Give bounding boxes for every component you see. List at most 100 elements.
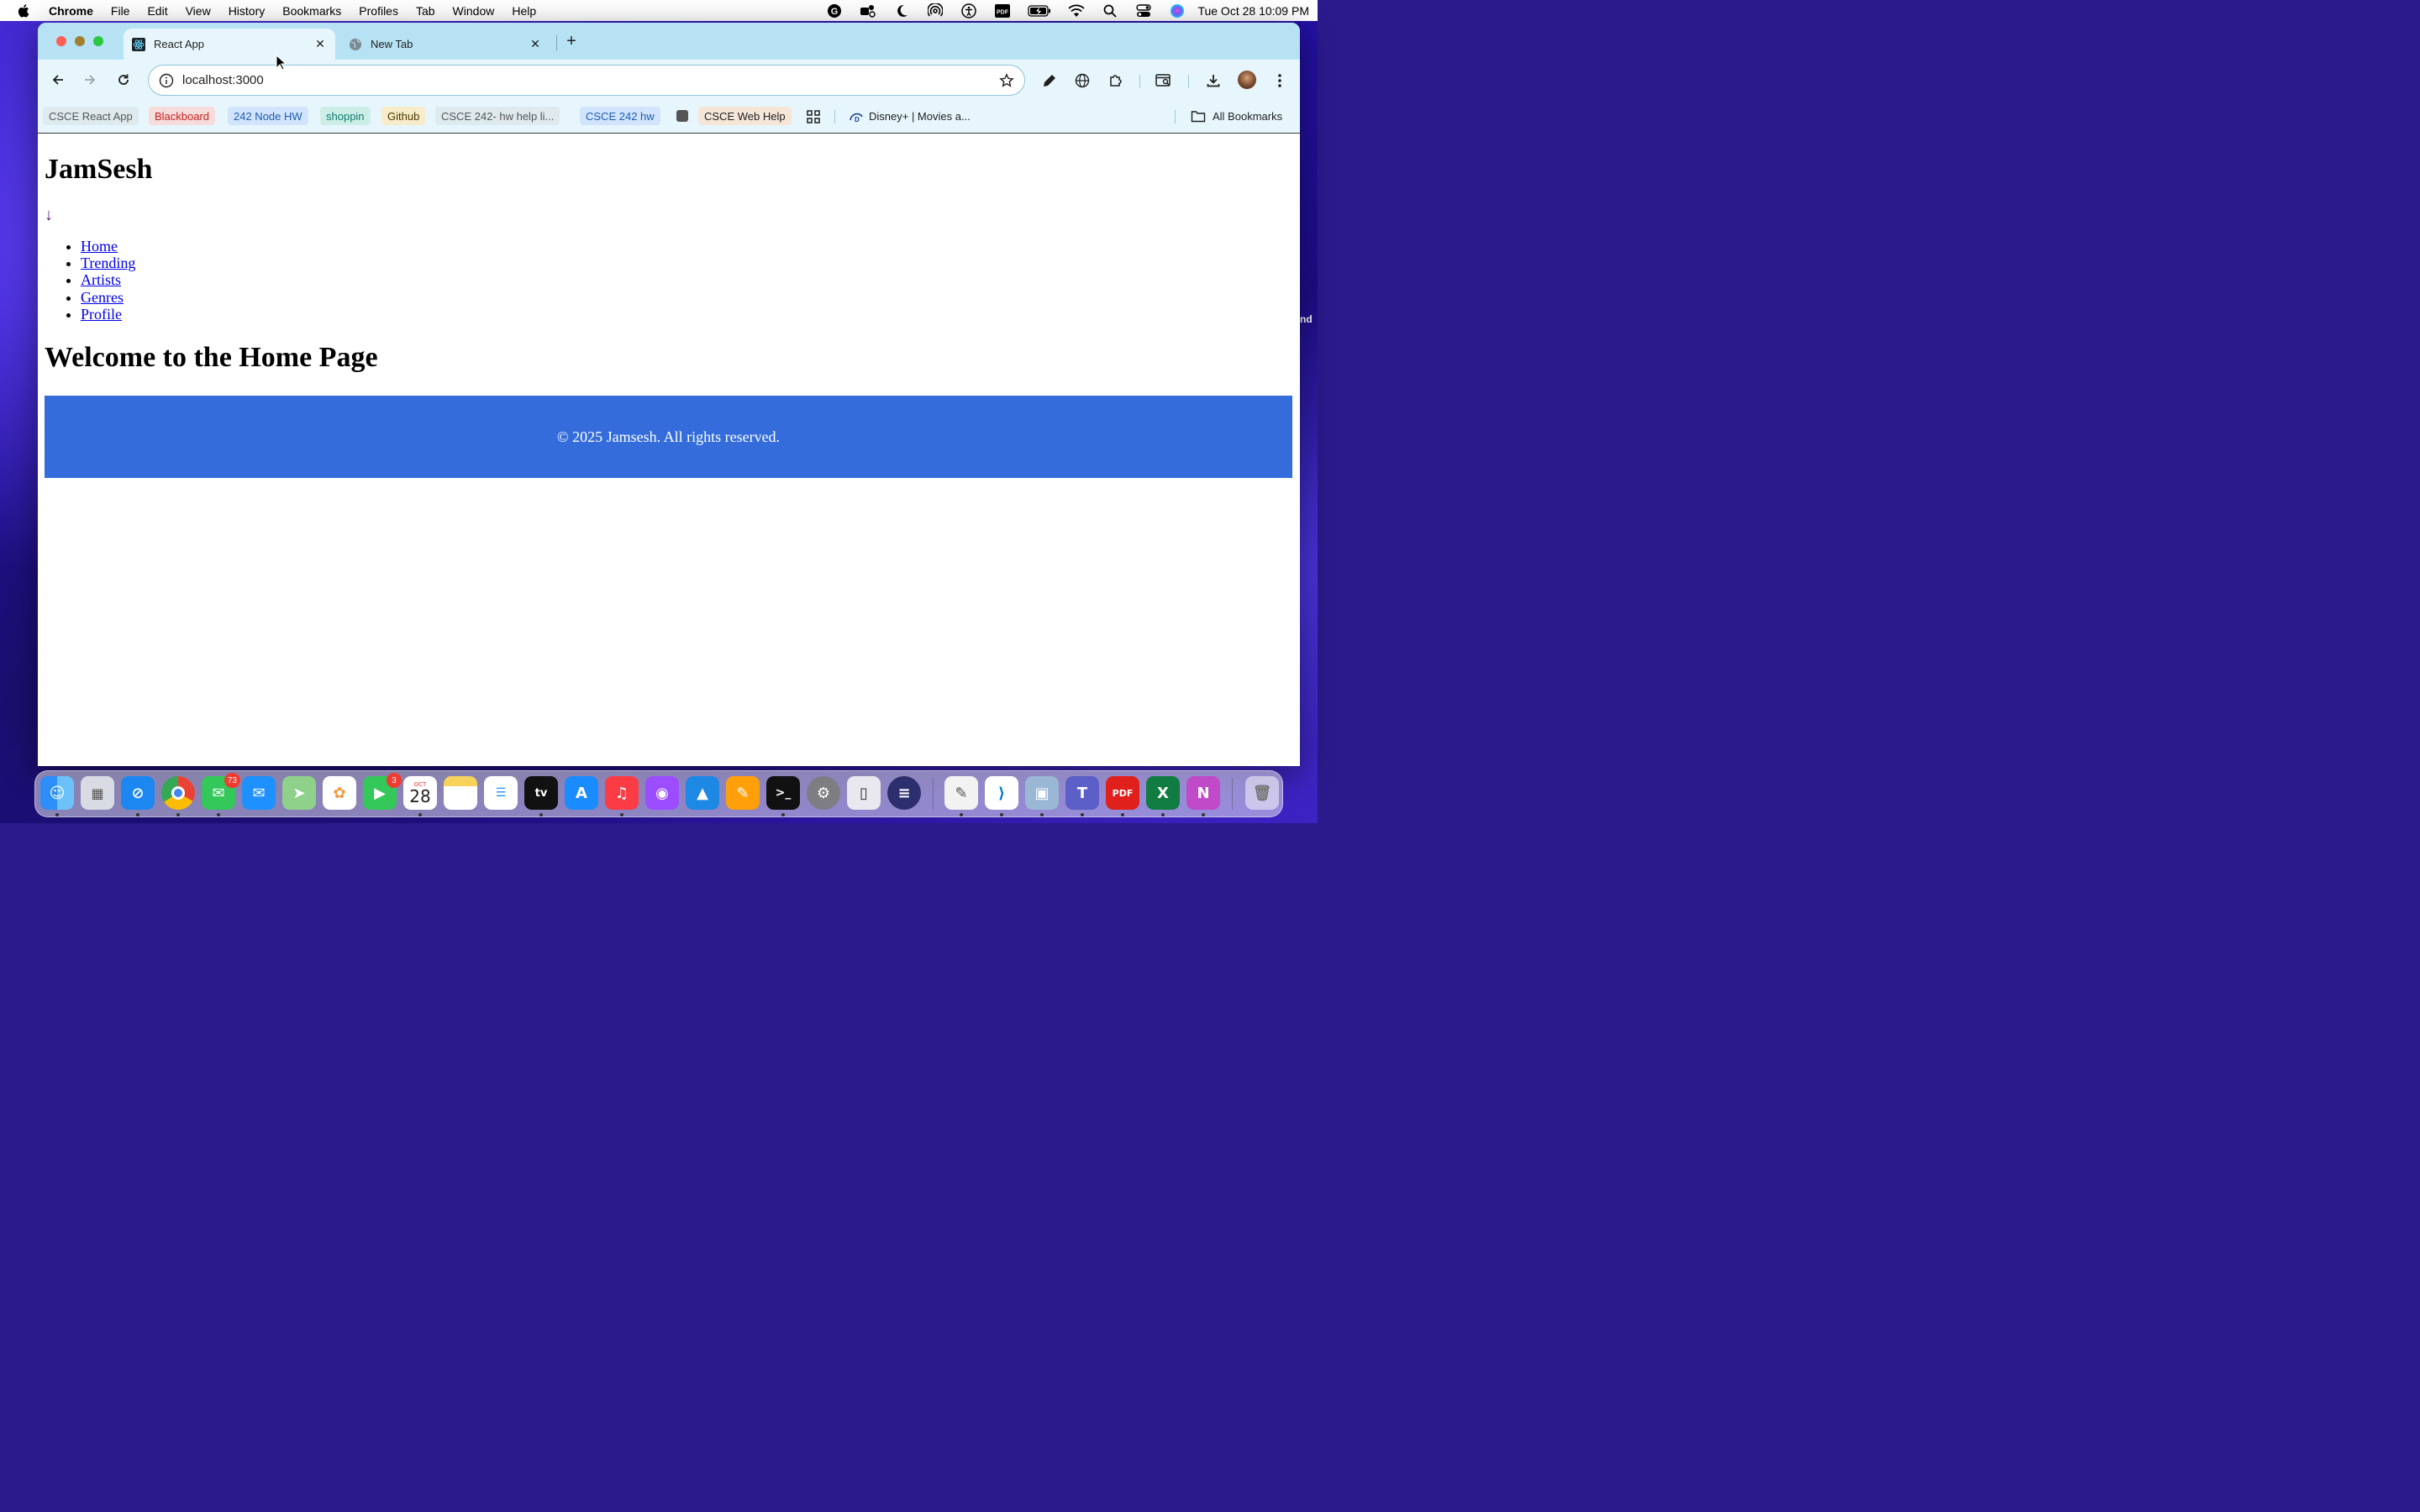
moon-icon[interactable] bbox=[893, 3, 910, 18]
pdf-icon[interactable]: PDF bbox=[994, 3, 1011, 18]
tab-new-tab[interactable]: New Tab ✕ bbox=[340, 29, 550, 60]
tab-strip: React App ✕ New Tab ✕ + bbox=[38, 23, 1300, 60]
calendar-icon[interactable]: OCT 28 bbox=[403, 776, 437, 816]
pdf-expert-icon[interactable]: PDF bbox=[1106, 776, 1139, 816]
textedit-icon[interactable]: ✎ bbox=[944, 776, 978, 816]
photos-icon[interactable]: ✿ bbox=[323, 776, 356, 810]
menu-view[interactable]: View bbox=[186, 4, 211, 18]
teams-icon[interactable]: T bbox=[1065, 776, 1099, 816]
chrome-menu-icon[interactable] bbox=[1270, 71, 1289, 90]
menu-help[interactable]: Help bbox=[512, 4, 536, 18]
bookmark-item[interactable]: shoppin bbox=[320, 107, 371, 125]
nav-link-trending[interactable]: Trending bbox=[81, 255, 135, 271]
menu-file[interactable]: File bbox=[111, 4, 130, 18]
bookmark-star-icon[interactable] bbox=[999, 72, 1014, 88]
preview-icon[interactable]: ▣ bbox=[1025, 776, 1059, 816]
wifi-icon[interactable] bbox=[1068, 3, 1086, 18]
nav-item-home: Home bbox=[81, 238, 135, 255]
finder-icon[interactable]: ☺ bbox=[40, 776, 74, 816]
spotlight-search-icon[interactable] bbox=[1102, 3, 1118, 18]
download-icon[interactable] bbox=[1204, 71, 1223, 90]
bookmark-item[interactable]: CSCE Web Help bbox=[698, 107, 792, 125]
nav-link-home[interactable]: Home bbox=[81, 238, 118, 255]
reload-button[interactable] bbox=[115, 71, 132, 88]
launchpad-icon[interactable]: ▦ bbox=[81, 776, 114, 810]
notes-icon[interactable] bbox=[444, 776, 477, 810]
nav-link-profile[interactable]: Profile bbox=[81, 306, 122, 323]
window-minimize-button[interactable] bbox=[75, 36, 85, 46]
safari-icon[interactable]: ⊘ bbox=[121, 776, 155, 816]
close-tab-icon[interactable]: ✕ bbox=[313, 37, 327, 51]
battery-icon[interactable] bbox=[1028, 3, 1051, 18]
music-icon[interactable]: ♫ bbox=[605, 776, 639, 816]
bookmark-item[interactable]: 242 Node HW bbox=[228, 107, 308, 125]
browser-toolbar: localhost:3000 bbox=[38, 60, 1300, 101]
facetime-badge: 3 bbox=[387, 773, 402, 788]
close-tab-icon[interactable]: ✕ bbox=[529, 37, 542, 51]
menu-app-chrome[interactable]: Chrome bbox=[49, 4, 93, 18]
down-arrow-link[interactable]: ↓ bbox=[45, 206, 53, 225]
teams-status-icon[interactable] bbox=[860, 3, 876, 18]
menu-edit[interactable]: Edit bbox=[147, 4, 167, 18]
podcasts-icon[interactable]: ◉ bbox=[645, 776, 679, 810]
pen-extension-icon[interactable] bbox=[1040, 71, 1059, 90]
accessibility-icon[interactable] bbox=[960, 3, 977, 18]
nav-link-genres[interactable]: Genres bbox=[81, 289, 124, 306]
bookmark-item[interactable]: CSCE 242- hw help li... bbox=[435, 107, 560, 125]
folder-icon[interactable] bbox=[1191, 110, 1206, 125]
maps-icon[interactable]: ➤ bbox=[282, 776, 316, 810]
menu-history[interactable]: History bbox=[229, 4, 266, 18]
menu-window[interactable]: Window bbox=[453, 4, 495, 18]
terminal-icon[interactable]: >_ bbox=[766, 776, 800, 816]
onenote-icon[interactable]: N bbox=[1186, 776, 1220, 816]
apple-menu-icon[interactable] bbox=[17, 3, 32, 18]
menu-bar-clock[interactable]: Tue Oct 28 10:09 PM bbox=[1197, 4, 1309, 18]
extensions-puzzle-icon[interactable] bbox=[1107, 71, 1125, 90]
site-info-icon[interactable] bbox=[159, 73, 174, 88]
menu-profiles[interactable]: Profiles bbox=[359, 4, 398, 18]
chrome-icon[interactable] bbox=[161, 776, 195, 816]
grammarly-icon[interactable]: G bbox=[826, 3, 843, 18]
forward-button[interactable] bbox=[82, 71, 98, 88]
siri-icon[interactable] bbox=[1169, 3, 1186, 18]
bookmark-item[interactable]: Blackboard bbox=[149, 107, 216, 125]
bookmark-item[interactable]: CSCE React App bbox=[43, 107, 139, 125]
pages-icon[interactable]: ✎ bbox=[726, 776, 760, 810]
window-zoom-button[interactable] bbox=[93, 36, 103, 46]
apps-grid-icon[interactable] bbox=[807, 110, 820, 126]
mail-icon[interactable]: ✉ bbox=[242, 776, 276, 810]
bookmark-item[interactable]: Disney+ | Movies a... bbox=[863, 107, 976, 125]
tab-react-app[interactable]: React App ✕ bbox=[124, 29, 335, 60]
excel-icon[interactable]: X bbox=[1146, 776, 1180, 816]
menu-tab[interactable]: Tab bbox=[416, 4, 435, 18]
airdrop-icon[interactable] bbox=[927, 3, 944, 18]
url-text[interactable]: localhost:3000 bbox=[182, 73, 999, 87]
nav-link-artists[interactable]: Artists bbox=[81, 271, 121, 288]
menu-bookmarks[interactable]: Bookmarks bbox=[282, 4, 341, 18]
new-tab-button[interactable]: + bbox=[563, 33, 580, 50]
bookmark-item[interactable]: Github bbox=[381, 107, 426, 125]
system-settings-icon[interactable]: ⚙ bbox=[807, 776, 840, 810]
chrome-window: React App ✕ New Tab ✕ + localhost:3000 C… bbox=[38, 23, 1300, 766]
back-button[interactable] bbox=[50, 71, 66, 88]
app-store-icon[interactable]: A bbox=[565, 776, 598, 810]
reminders-icon[interactable]: ☰ bbox=[484, 776, 518, 810]
calendar-day: 28 bbox=[409, 786, 431, 806]
disney-plus-icon[interactable]: D bbox=[849, 110, 864, 126]
facetime-icon[interactable]: ▶ 3 bbox=[363, 773, 402, 810]
keynote-icon[interactable]: ▲ bbox=[686, 776, 719, 810]
iphone-mirroring-icon[interactable]: ▯ bbox=[847, 776, 881, 810]
apple-tv-icon[interactable]: tv bbox=[524, 776, 558, 816]
profile-avatar[interactable] bbox=[1238, 71, 1256, 89]
tab-search-icon[interactable] bbox=[1155, 71, 1173, 90]
eclipse-icon[interactable]: ≡ bbox=[887, 776, 921, 810]
trash-icon[interactable]: 🗑 bbox=[1245, 776, 1279, 810]
all-bookmarks-button[interactable]: All Bookmarks bbox=[1207, 107, 1288, 125]
control-center-icon[interactable] bbox=[1135, 3, 1152, 18]
messages-icon[interactable]: ✉ 73 bbox=[202, 773, 240, 816]
vscode-icon[interactable]: ⟩ bbox=[985, 776, 1018, 816]
bookmark-item[interactable]: CSCE 242 hw bbox=[580, 107, 660, 125]
window-close-button[interactable] bbox=[56, 36, 66, 46]
translate-extension-icon[interactable] bbox=[1073, 71, 1092, 90]
bookmark-favicon-icon[interactable] bbox=[676, 110, 688, 122]
